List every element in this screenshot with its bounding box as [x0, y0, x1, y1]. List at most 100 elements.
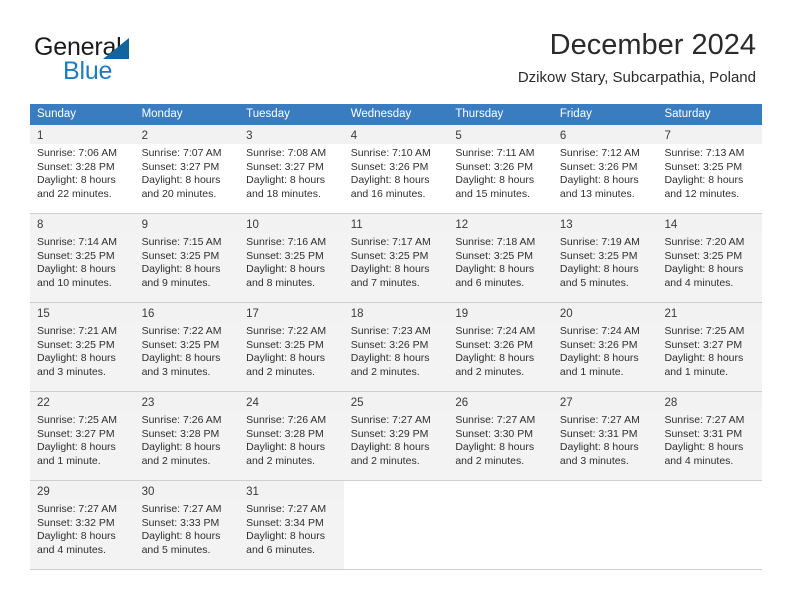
day-cell[interactable]: 19 Sunrise: 7:24 AM Sunset: 3:26 PM Dayl…: [448, 303, 553, 391]
day-cell[interactable]: 28 Sunrise: 7:27 AM Sunset: 3:31 PM Dayl…: [657, 392, 763, 480]
daylight-text-line2: and 2 minutes.: [246, 365, 316, 378]
general-blue-logo[interactable]: General Blue: [34, 33, 224, 87]
calendar-week-row: 15 Sunrise: 7:21 AM Sunset: 3:25 PM Dayl…: [30, 303, 763, 392]
sunrise-text: Sunrise: 7:27 AM: [559, 414, 640, 426]
sunrise-text: Sunrise: 7:22 AM: [141, 325, 222, 337]
day-details: Sunrise: 7:18 AM Sunset: 3:25 PM Dayligh…: [448, 233, 553, 290]
day-details: Sunrise: 7:27 AM Sunset: 3:30 PM Dayligh…: [448, 411, 553, 468]
day-details: Sunrise: 7:24 AM Sunset: 3:26 PM Dayligh…: [553, 322, 658, 379]
day-details: Sunrise: 7:14 AM Sunset: 3:25 PM Dayligh…: [30, 233, 135, 290]
day-cell[interactable]: 22 Sunrise: 7:25 AM Sunset: 3:27 PM Dayl…: [30, 392, 135, 480]
daylight-text-line1: Daylight: 8 hours: [246, 441, 325, 454]
daylight-text-line1: Daylight: 8 hours: [664, 263, 744, 276]
day-number: 21: [657, 303, 763, 322]
daylight-text-line2: and 22 minutes.: [37, 187, 112, 200]
day-cell[interactable]: 6 Sunrise: 7:12 AM Sunset: 3:26 PM Dayli…: [552, 125, 658, 213]
calendar-week-row: 1 Sunrise: 7:06 AM Sunset: 3:28 PM Dayli…: [30, 125, 763, 214]
day-cell[interactable]: 20 Sunrise: 7:24 AM Sunset: 3:26 PM Dayl…: [552, 303, 658, 391]
day-details: Sunrise: 7:27 AM Sunset: 3:29 PM Dayligh…: [344, 411, 449, 468]
daylight-text-line1: Daylight: 8 hours: [559, 263, 639, 276]
sunrise-text: Sunrise: 7:25 AM: [37, 414, 117, 426]
day-cell[interactable]: 31 Sunrise: 7:27 AM Sunset: 3:34 PM Dayl…: [239, 481, 344, 569]
daylight-text-line1: Daylight: 8 hours: [246, 263, 325, 276]
daylight-text-line2: and 20 minutes.: [141, 187, 217, 200]
day-cell[interactable]: 16 Sunrise: 7:22 AM Sunset: 3:25 PM Dayl…: [134, 303, 240, 391]
daylight-text-line2: and 3 minutes.: [37, 365, 106, 378]
weekday-header-row: Sunday Monday Tuesday Wednesday Thursday…: [30, 104, 762, 125]
day-cell[interactable]: 4 Sunrise: 7:10 AM Sunset: 3:26 PM Dayli…: [343, 125, 449, 213]
day-cell[interactable]: 17 Sunrise: 7:22 AM Sunset: 3:25 PM Dayl…: [239, 303, 344, 391]
day-cell[interactable]: 15 Sunrise: 7:21 AM Sunset: 3:25 PM Dayl…: [30, 303, 135, 391]
day-cell[interactable]: 13 Sunrise: 7:19 AM Sunset: 3:25 PM Dayl…: [552, 214, 658, 302]
sunset-text: Sunset: 3:25 PM: [246, 338, 324, 351]
day-cell[interactable]: 23 Sunrise: 7:26 AM Sunset: 3:28 PM Dayl…: [134, 392, 240, 480]
sunset-text: Sunset: 3:25 PM: [141, 249, 220, 262]
day-number: 8: [30, 214, 135, 233]
day-cell[interactable]: 26 Sunrise: 7:27 AM Sunset: 3:30 PM Dayl…: [448, 392, 553, 480]
calendar-week-row: 22 Sunrise: 7:25 AM Sunset: 3:27 PM Dayl…: [30, 392, 763, 481]
daylight-text-line1: Daylight: 8 hours: [37, 441, 116, 454]
weekday-tuesday: Tuesday: [246, 108, 290, 120]
day-number: 19: [448, 303, 553, 322]
day-cell[interactable]: 3 Sunrise: 7:08 AM Sunset: 3:27 PM Dayli…: [239, 125, 344, 213]
sunrise-text: Sunrise: 7:17 AM: [350, 236, 431, 248]
day-details: Sunrise: 7:24 AM Sunset: 3:26 PM Dayligh…: [448, 322, 553, 379]
sunset-text: Sunset: 3:30 PM: [455, 427, 533, 440]
weekday-thursday: Thursday: [455, 108, 504, 120]
daylight-text-line1: Daylight: 8 hours: [455, 263, 535, 276]
day-cell[interactable]: 25 Sunrise: 7:27 AM Sunset: 3:29 PM Dayl…: [343, 392, 449, 480]
page-title: December 2024: [549, 29, 756, 61]
sunset-text: Sunset: 3:29 PM: [350, 427, 429, 440]
sunrise-text: Sunrise: 7:06 AM: [37, 147, 117, 159]
day-cell[interactable]: 14 Sunrise: 7:20 AM Sunset: 3:25 PM Dayl…: [657, 214, 763, 302]
day-cell[interactable]: 29 Sunrise: 7:27 AM Sunset: 3:32 PM Dayl…: [30, 481, 135, 569]
daylight-text-line1: Daylight: 8 hours: [664, 352, 744, 365]
daylight-text-line2: and 4 minutes.: [664, 454, 734, 467]
daylight-text-line2: and 7 minutes.: [350, 276, 420, 289]
sunrise-text: Sunrise: 7:15 AM: [141, 236, 222, 248]
daylight-text-line1: Daylight: 8 hours: [246, 530, 325, 543]
sunset-text: Sunset: 3:31 PM: [664, 427, 743, 440]
sunset-text: Sunset: 3:25 PM: [141, 338, 220, 351]
daylight-text-line2: and 9 minutes.: [141, 276, 211, 289]
day-details: Sunrise: 7:27 AM Sunset: 3:34 PM Dayligh…: [239, 500, 344, 557]
daylight-text-line2: and 2 minutes.: [141, 454, 211, 467]
day-cell[interactable]: 5 Sunrise: 7:11 AM Sunset: 3:26 PM Dayli…: [448, 125, 553, 213]
day-cell[interactable]: 30 Sunrise: 7:27 AM Sunset: 3:33 PM Dayl…: [134, 481, 240, 569]
day-cell[interactable]: 24 Sunrise: 7:26 AM Sunset: 3:28 PM Dayl…: [239, 392, 344, 480]
day-cell[interactable]: 9 Sunrise: 7:15 AM Sunset: 3:25 PM Dayli…: [134, 214, 240, 302]
daylight-text-line2: and 1 minute.: [559, 365, 624, 378]
day-number: 28: [657, 392, 763, 411]
day-cell[interactable]: 12 Sunrise: 7:18 AM Sunset: 3:25 PM Dayl…: [448, 214, 553, 302]
day-number: [552, 481, 658, 500]
daylight-text-line1: Daylight: 8 hours: [455, 441, 535, 454]
daylight-text-line2: and 5 minutes.: [559, 276, 629, 289]
sunset-text: Sunset: 3:26 PM: [559, 338, 638, 351]
day-details: Sunrise: 7:16 AM Sunset: 3:25 PM Dayligh…: [239, 233, 344, 290]
day-number: 29: [30, 481, 135, 500]
sunset-text: Sunset: 3:26 PM: [350, 160, 429, 173]
day-cell[interactable]: 2 Sunrise: 7:07 AM Sunset: 3:27 PM Dayli…: [134, 125, 240, 213]
day-details: Sunrise: 7:11 AM Sunset: 3:26 PM Dayligh…: [448, 144, 553, 201]
day-cell[interactable]: 8 Sunrise: 7:14 AM Sunset: 3:25 PM Dayli…: [30, 214, 135, 302]
day-number: 9: [134, 214, 240, 233]
day-number: 24: [239, 392, 344, 411]
day-details: Sunrise: 7:25 AM Sunset: 3:27 PM Dayligh…: [30, 411, 135, 468]
day-cell[interactable]: 7 Sunrise: 7:13 AM Sunset: 3:25 PM Dayli…: [657, 125, 763, 213]
day-number: 15: [30, 303, 135, 322]
day-number: 20: [552, 303, 658, 322]
day-cell[interactable]: 27 Sunrise: 7:27 AM Sunset: 3:31 PM Dayl…: [552, 392, 658, 480]
day-cell[interactable]: 11 Sunrise: 7:17 AM Sunset: 3:25 PM Dayl…: [343, 214, 449, 302]
day-details: Sunrise: 7:06 AM Sunset: 3:28 PM Dayligh…: [30, 144, 135, 201]
day-cell[interactable]: 21 Sunrise: 7:25 AM Sunset: 3:27 PM Dayl…: [657, 303, 763, 391]
sunrise-text: Sunrise: 7:20 AM: [664, 236, 745, 248]
daylight-text-line1: Daylight: 8 hours: [141, 352, 221, 365]
sunset-text: Sunset: 3:27 PM: [664, 338, 743, 351]
weekday-wednesday: Wednesday: [350, 108, 412, 120]
day-cell[interactable]: 10 Sunrise: 7:16 AM Sunset: 3:25 PM Dayl…: [239, 214, 344, 302]
sunset-text: Sunset: 3:25 PM: [664, 160, 743, 173]
weekday-sunday: Sunday: [37, 108, 77, 120]
day-cell[interactable]: 1 Sunrise: 7:06 AM Sunset: 3:28 PM Dayli…: [30, 125, 135, 213]
sunrise-text: Sunrise: 7:27 AM: [246, 503, 327, 515]
day-cell[interactable]: 18 Sunrise: 7:23 AM Sunset: 3:26 PM Dayl…: [343, 303, 449, 391]
